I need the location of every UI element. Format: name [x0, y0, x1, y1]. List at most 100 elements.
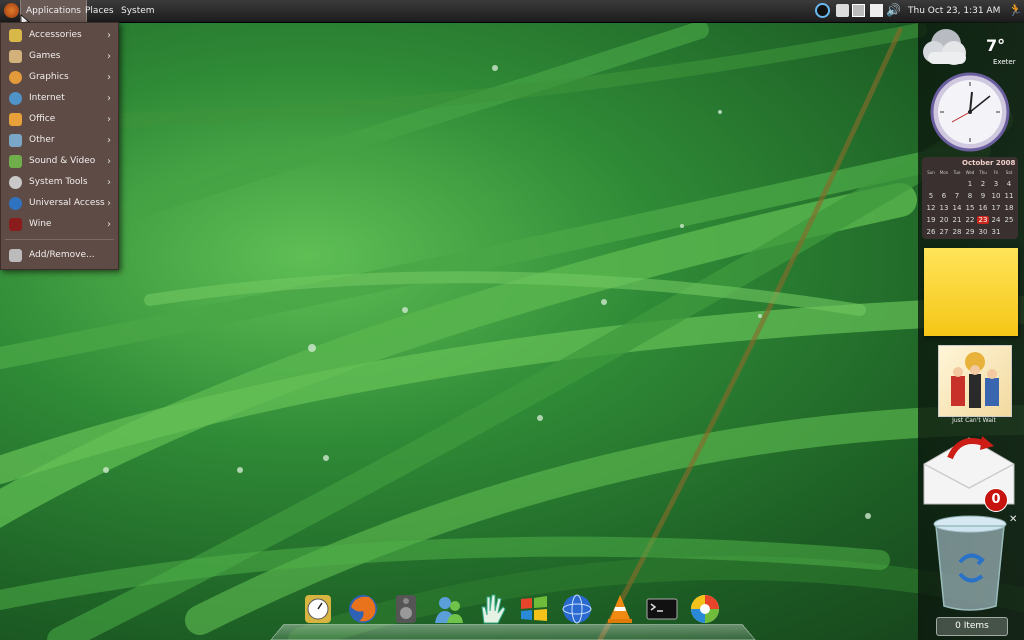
- menu-item-wine[interactable]: Wine ›: [1, 214, 118, 235]
- places-menu-button[interactable]: Places: [85, 0, 114, 22]
- menu-item-accessories[interactable]: Accessories ›: [1, 25, 118, 46]
- calendar-day[interactable]: 14: [951, 204, 963, 212]
- dock-shelf: [270, 624, 756, 640]
- globe-icon[interactable]: [561, 593, 593, 625]
- calendar-day[interactable]: 16: [977, 204, 989, 212]
- calendar-day[interactable]: 12: [925, 204, 937, 212]
- chevron-right-icon: ›: [107, 219, 111, 230]
- calendar-day-header: Sun: [927, 170, 935, 175]
- calendar-day[interactable]: 29: [964, 228, 976, 236]
- cloud-weather-icon[interactable]: [920, 26, 972, 70]
- universal-access-icon: [9, 197, 22, 210]
- calendar-day[interactable]: 24: [990, 216, 1002, 224]
- calendar-day[interactable]: 27: [938, 228, 950, 236]
- chevron-right-icon: ›: [107, 156, 111, 167]
- album-art-widget[interactable]: [938, 345, 1012, 417]
- office-icon: [9, 113, 22, 126]
- calendar-day[interactable]: 9: [977, 192, 989, 200]
- menu-item-games[interactable]: Games ›: [1, 46, 118, 67]
- calendar-day[interactable]: 17: [990, 204, 1002, 212]
- calendar-day[interactable]: 28: [951, 228, 963, 236]
- calendar-today[interactable]: 23: [977, 216, 989, 224]
- calendar-day-header: Tue: [953, 170, 961, 175]
- calendar-day[interactable]: 19: [925, 216, 937, 224]
- wallpaper: [0, 21, 1024, 640]
- menu-item-add-remove[interactable]: Add/Remove...: [1, 245, 118, 266]
- gnome-foot-icon[interactable]: [4, 3, 19, 18]
- menu-item-office[interactable]: Office ›: [1, 109, 118, 130]
- analog-clock-widget[interactable]: [930, 72, 1010, 152]
- terminal-icon[interactable]: [646, 593, 678, 625]
- calendar-day[interactable]: 25: [1003, 216, 1015, 224]
- chevron-right-icon: ›: [107, 93, 111, 104]
- menu-item-internet[interactable]: Internet ›: [1, 88, 118, 109]
- calendar-day[interactable]: 6: [938, 192, 950, 200]
- add-remove-icon: [9, 249, 22, 262]
- menu-item-label: Sound & Video: [29, 156, 96, 166]
- mail-icon[interactable]: [870, 4, 883, 17]
- clipboard-icon[interactable]: [836, 4, 849, 17]
- display-icon[interactable]: [852, 4, 865, 17]
- calendar-day[interactable]: 8: [964, 192, 976, 200]
- chevron-right-icon: ›: [107, 135, 111, 146]
- calendar-day[interactable]: 10: [990, 192, 1002, 200]
- applications-menu-button[interactable]: Applications: [20, 0, 87, 23]
- calendar-day[interactable]: 7: [951, 192, 963, 200]
- graphics-icon: [9, 71, 22, 84]
- calendar-day[interactable]: 5: [925, 192, 937, 200]
- calendar-day[interactable]: 2: [977, 180, 989, 188]
- panel-clock[interactable]: Thu Oct 23, 1:31 AM: [908, 0, 1000, 22]
- internet-icon: [9, 92, 22, 105]
- menu-item-label: Wine: [29, 219, 52, 229]
- calendar-day[interactable]: 11: [1003, 192, 1015, 200]
- calendar-day[interactable]: 30: [977, 228, 989, 236]
- menu-separator: [5, 239, 114, 240]
- vlc-icon[interactable]: [604, 593, 636, 625]
- menu-item-label: System Tools: [29, 177, 88, 187]
- weather-temperature: 7°: [986, 36, 1006, 55]
- calendar-month: October 2008: [962, 159, 1016, 167]
- calendar-day-header: Sat: [1005, 170, 1013, 175]
- network-icon[interactable]: [815, 3, 830, 18]
- sound-video-icon: [9, 155, 22, 168]
- chevron-right-icon: ›: [107, 30, 111, 41]
- calendar-day[interactable]: 15: [964, 204, 976, 212]
- menu-item-label: Add/Remove...: [29, 250, 95, 260]
- calendar-day[interactable]: 21: [951, 216, 963, 224]
- messenger-icon[interactable]: [433, 593, 465, 625]
- clock-app-icon[interactable]: [302, 593, 334, 625]
- speaker-icon[interactable]: [390, 593, 422, 625]
- menu-item-graphics[interactable]: Graphics ›: [1, 67, 118, 88]
- calendar-day[interactable]: 3: [990, 180, 1002, 188]
- calendar-day[interactable]: 22: [964, 216, 976, 224]
- chevron-right-icon: ›: [107, 72, 111, 83]
- applications-menu: Accessories › Games › Graphics › Interne…: [0, 22, 119, 270]
- menu-item-sound-video[interactable]: Sound & Video ›: [1, 151, 118, 172]
- calendar-day[interactable]: 31: [990, 228, 1002, 236]
- running-man-icon[interactable]: 🏃: [1008, 4, 1023, 17]
- system-menu-button[interactable]: System: [121, 0, 155, 22]
- firefox-icon[interactable]: [347, 593, 379, 625]
- hand-icon[interactable]: [476, 593, 508, 625]
- calendar-day[interactable]: 20: [938, 216, 950, 224]
- sticky-note-widget[interactable]: [924, 248, 1018, 336]
- album-cover-image: [951, 352, 999, 408]
- menu-item-label: Universal Access: [29, 198, 105, 208]
- calendar-day[interactable]: 13: [938, 204, 950, 212]
- menu-item-universal-access[interactable]: Universal Access ›: [1, 193, 118, 214]
- calendar-day[interactable]: 4: [1003, 180, 1015, 188]
- calendar-day[interactable]: 18: [1003, 204, 1015, 212]
- volume-icon[interactable]: 🔊: [886, 4, 901, 17]
- chevron-right-icon: ›: [107, 198, 111, 209]
- menu-item-label: Graphics: [29, 72, 69, 82]
- trash-can-icon[interactable]: [930, 514, 1010, 614]
- close-icon[interactable]: ✕: [1009, 514, 1017, 525]
- menu-item-other[interactable]: Other ›: [1, 130, 118, 151]
- windows-icon[interactable]: [518, 593, 550, 625]
- calendar-day[interactable]: 26: [925, 228, 937, 236]
- menu-item-label: Games: [29, 51, 61, 61]
- calendar-day[interactable]: 1: [964, 180, 976, 188]
- chevron-right-icon: ›: [107, 114, 111, 125]
- picasa-icon[interactable]: [689, 593, 721, 625]
- menu-item-system-tools[interactable]: System Tools ›: [1, 172, 118, 193]
